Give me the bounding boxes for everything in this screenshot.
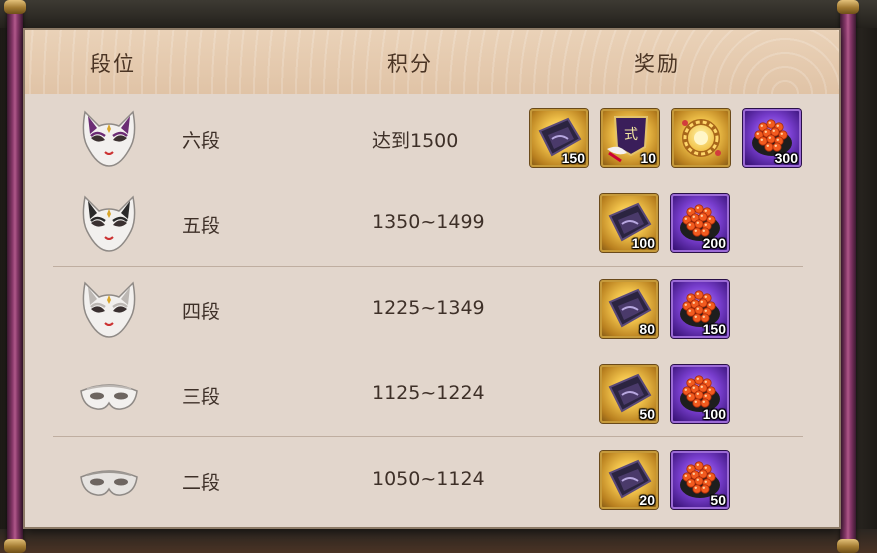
rank-name: 六段 [182, 130, 221, 152]
reward-quantity: 150 [561, 150, 585, 166]
row-divider [53, 436, 803, 437]
rod-cap-bottom [837, 539, 859, 553]
rank-row: 三段 1125~1224 50 100 [25, 352, 839, 437]
scroll-rod-right [837, 0, 859, 553]
rank-row: 五段 1350~1499 100 200 [25, 181, 839, 266]
reward-item[interactable]: 200 [671, 194, 729, 252]
reward-item[interactable]: 100 [600, 194, 658, 252]
header-rank: 段位 [90, 52, 136, 76]
reward-quantity: 100 [631, 235, 655, 251]
rod-cap-top [4, 0, 26, 14]
reward-quantity: 100 [702, 406, 726, 422]
reward-quantity: 50 [639, 406, 655, 422]
score-range: 1350~1499 [372, 211, 485, 233]
rod-cap-top [837, 0, 859, 14]
reward-item[interactable]: 50 [671, 451, 729, 509]
reward-item[interactable]: 80 [600, 280, 658, 338]
row-divider [53, 266, 803, 267]
rank-name: 二段 [182, 472, 221, 494]
reward-quantity: 300 [774, 150, 798, 166]
reward-item[interactable]: 20 [600, 451, 658, 509]
half-mask-grey-icon [77, 463, 141, 507]
header-reward: 奖励 [634, 52, 680, 76]
rank-name: 四段 [182, 301, 221, 323]
reward-item[interactable]: 50 [600, 365, 658, 423]
reward-quantity: 10 [640, 150, 656, 166]
rank-row: 四段 1225~1349 80 150 [25, 267, 839, 352]
reward-quantity: 20 [639, 492, 655, 508]
score-range: 1125~1224 [372, 382, 485, 404]
half-mask-white-icon [77, 377, 141, 421]
score-range: 达到1500 [372, 130, 459, 152]
rank-reward-panel: 段位 积分 奖励 六段 达到1500 150 式 10 300 五段 1350~… [25, 30, 839, 527]
reward-item[interactable]: 100 [671, 365, 729, 423]
bottom-scenery [0, 529, 877, 553]
scroll-rod-left [4, 0, 26, 553]
score-range: 1050~1124 [372, 468, 485, 490]
header-score: 积分 [387, 52, 433, 76]
reward-quantity: 50 [710, 492, 726, 508]
svg-text:式: 式 [624, 127, 638, 143]
reward-quantity: 80 [639, 321, 655, 337]
reward-item[interactable]: 式 10 [601, 109, 659, 167]
table-header: 段位 积分 奖励 [25, 30, 839, 94]
rank-name: 五段 [182, 215, 221, 237]
reward-item[interactable] [672, 109, 730, 167]
top-scenery [0, 0, 877, 28]
reward-item[interactable]: 150 [530, 109, 588, 167]
rank-row: 六段 达到1500 150 式 10 300 [25, 96, 839, 181]
score-range: 1225~1349 [372, 297, 485, 319]
fox-mask-white-icon [77, 277, 141, 345]
reward-quantity: 200 [702, 235, 726, 251]
rank-row: 二段 1050~1124 20 50 [25, 438, 839, 523]
fox-mask-purple-icon [77, 106, 141, 174]
rod-cap-bottom [4, 539, 26, 553]
rank-name: 三段 [182, 386, 221, 408]
reward-quantity: 150 [702, 321, 726, 337]
reward-item[interactable]: 300 [743, 109, 801, 167]
reward-item[interactable]: 150 [671, 280, 729, 338]
fox-mask-black-icon [77, 191, 141, 259]
